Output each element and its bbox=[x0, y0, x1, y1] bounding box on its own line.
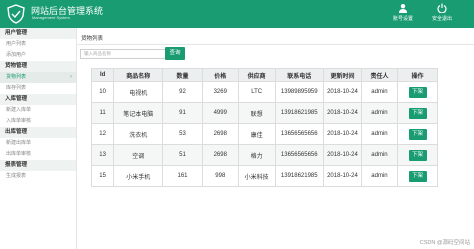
cell-id: 10 bbox=[90, 81, 115, 103]
table-row: 10 电视机 92 3269 LTC 13989895959 2018-10-2… bbox=[90, 81, 438, 103]
cell-quantity: 92 bbox=[162, 81, 203, 103]
cell-action: 下架 bbox=[397, 81, 438, 103]
cell-owner: admin bbox=[360, 123, 399, 145]
account-settings-label: 账号设置 bbox=[392, 16, 413, 22]
cell-owner: admin bbox=[360, 144, 399, 166]
menu-group-user[interactable]: 用户管理 bbox=[0, 28, 76, 39]
cell-phone: 13656565656 bbox=[274, 123, 324, 145]
table-header-row: Id 商品名称 数量 价格 供应商 联系电话 更新时间 责任人 操作 bbox=[90, 68, 438, 82]
cell-updated: 2018-10-24 bbox=[322, 81, 362, 103]
column-header: Id bbox=[90, 68, 115, 82]
column-header: 责任人 bbox=[360, 68, 399, 82]
sidebar-item-new-outbound[interactable]: 新建出库单 bbox=[0, 138, 76, 149]
chevron-right-icon: › bbox=[70, 74, 72, 80]
column-header: 价格 bbox=[201, 68, 239, 82]
cell-price: 4999 bbox=[201, 102, 239, 124]
menu-group-report[interactable]: 报表管理 bbox=[0, 160, 76, 171]
delist-button[interactable]: 下架 bbox=[408, 149, 427, 161]
cell-quantity: 91 bbox=[162, 102, 203, 124]
sidebar-item-generate-report[interactable]: 生成报表 bbox=[0, 171, 76, 182]
cell-phone: 13918621985 bbox=[274, 165, 324, 187]
goods-table: Id 商品名称 数量 价格 供应商 联系电话 更新时间 责任人 操作 10 电视… bbox=[90, 68, 438, 187]
table-row: 13 空调 51 2698 格力 13656565656 2018-10-24 … bbox=[90, 144, 438, 166]
cell-supplier: 小米科技 bbox=[237, 165, 276, 187]
cell-phone: 13989895959 bbox=[274, 81, 324, 103]
user-icon bbox=[399, 4, 407, 13]
cell-owner: admin bbox=[360, 102, 399, 124]
cell-quantity: 161 bbox=[162, 165, 203, 187]
cell-supplier: 格力 bbox=[237, 144, 276, 166]
cell-action: 下架 bbox=[397, 102, 438, 124]
menu-group-outbound[interactable]: 出库管理 bbox=[0, 127, 76, 138]
divider bbox=[77, 44, 474, 45]
cell-id: 13 bbox=[90, 144, 115, 166]
power-icon bbox=[437, 3, 447, 13]
cell-action: 下架 bbox=[397, 144, 438, 166]
logout-button[interactable]: 安全退出 bbox=[429, 3, 455, 22]
cell-id: 15 bbox=[90, 165, 115, 187]
logo-icon bbox=[7, 4, 25, 24]
delist-button[interactable]: 下架 bbox=[408, 107, 427, 119]
sidebar-item-stock-list[interactable]: 库存列表 bbox=[0, 83, 76, 94]
account-settings-button[interactable]: 账号设置 bbox=[390, 3, 416, 22]
cell-quantity: 53 bbox=[162, 123, 203, 145]
cell-name: 小米手机 bbox=[113, 165, 164, 187]
cell-phone: 13918621985 bbox=[274, 102, 324, 124]
table-row: 11 笔记本电脑 91 4999 联想 13918621985 2018-10-… bbox=[90, 102, 438, 124]
cell-supplier: 联想 bbox=[237, 102, 276, 124]
page-title: 货物列表 bbox=[81, 36, 104, 42]
column-header: 操作 bbox=[397, 68, 438, 82]
cell-phone: 13656565656 bbox=[274, 144, 324, 166]
delist-button[interactable]: 下架 bbox=[408, 170, 427, 182]
column-header: 商品名称 bbox=[113, 68, 164, 82]
app-subtitle: Management System bbox=[32, 15, 70, 20]
cell-price: 998 bbox=[201, 165, 239, 187]
menu-group-goods[interactable]: 货物管理 bbox=[0, 61, 76, 72]
column-header: 数量 bbox=[162, 68, 203, 82]
cell-price: 3269 bbox=[201, 81, 239, 103]
search-input[interactable]: 输入商品名称 bbox=[80, 49, 167, 59]
top-header: 网站后台管理系统 Management System 账号设置 安全退出 bbox=[0, 0, 474, 28]
sidebar-item-user-list[interactable]: 用户列表 bbox=[0, 39, 76, 50]
cell-updated: 2018-10-24 bbox=[322, 144, 362, 166]
column-header: 联系电话 bbox=[274, 68, 324, 82]
table-row: 15 小米手机 161 998 小米科技 13918621985 2018-10… bbox=[90, 165, 438, 187]
main-content: 货物列表 输入商品名称 查询 Id 商品名称 数量 价格 供应商 联系电话 更新… bbox=[77, 28, 474, 249]
cell-updated: 2018-10-24 bbox=[322, 123, 362, 145]
search-button[interactable]: 查询 bbox=[165, 47, 185, 60]
cell-name: 洗衣机 bbox=[113, 123, 164, 145]
cell-name: 笔记本电脑 bbox=[113, 102, 164, 124]
sidebar-item-add-user[interactable]: 添加用户 bbox=[0, 50, 76, 61]
cell-owner: admin bbox=[360, 165, 399, 187]
watermark: CSDN @源码空间站 bbox=[419, 240, 470, 246]
sidebar: 用户管理 用户列表 添加用户 货物管理 货物列表 › 库存列表 入库管理 新建入… bbox=[0, 28, 77, 249]
sidebar-item-label: 货物列表 bbox=[6, 74, 27, 80]
cell-action: 下架 bbox=[397, 123, 438, 145]
sidebar-item-goods-list[interactable]: 货物列表 › bbox=[0, 72, 76, 83]
menu-group-inbound[interactable]: 入库管理 bbox=[0, 94, 76, 105]
cell-name: 电视机 bbox=[113, 81, 164, 103]
sidebar-item-inbound-review[interactable]: 入库单审核 bbox=[0, 116, 76, 127]
cell-updated: 2018-10-24 bbox=[322, 102, 362, 124]
logout-label: 安全退出 bbox=[431, 16, 452, 22]
cell-price: 2698 bbox=[201, 144, 239, 166]
cell-supplier: LTC bbox=[237, 81, 276, 103]
delist-button[interactable]: 下架 bbox=[408, 128, 427, 140]
cell-quantity: 51 bbox=[162, 144, 203, 166]
sidebar-item-outbound-review[interactable]: 出库单审核 bbox=[0, 149, 76, 160]
sidebar-item-new-inbound[interactable]: 新建入库单 bbox=[0, 105, 76, 116]
cell-id: 11 bbox=[90, 102, 115, 124]
cell-price: 2698 bbox=[201, 123, 239, 145]
cell-id: 12 bbox=[90, 123, 115, 145]
cell-name: 空调 bbox=[113, 144, 164, 166]
delist-button[interactable]: 下架 bbox=[408, 86, 427, 98]
column-header: 供应商 bbox=[237, 68, 276, 82]
cell-action: 下架 bbox=[397, 165, 438, 187]
column-header: 更新时间 bbox=[322, 68, 362, 82]
cell-updated: 2018-10-24 bbox=[322, 165, 362, 187]
cell-owner: admin bbox=[360, 81, 399, 103]
table-row: 12 洗衣机 53 2698 康佳 13656565656 2018-10-24… bbox=[90, 123, 438, 145]
cell-supplier: 康佳 bbox=[237, 123, 276, 145]
